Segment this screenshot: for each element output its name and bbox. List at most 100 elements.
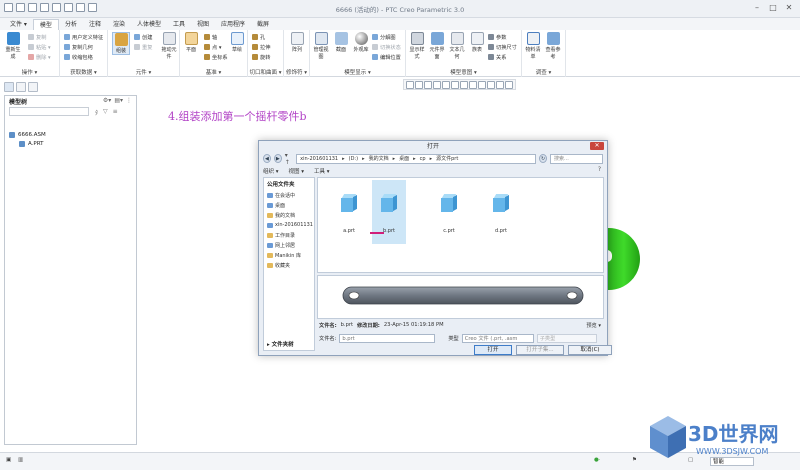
zoom-in-icon[interactable]	[415, 81, 423, 89]
display-style-button[interactable]: 显示样式	[408, 32, 426, 60]
tab-screenshot[interactable]: 截屏	[251, 19, 275, 30]
component-interface-button[interactable]: 元件界面	[428, 32, 446, 60]
breadcrumb-item[interactable]: xin-201601131	[300, 156, 338, 162]
organize-menu[interactable]: 组织 ▾	[263, 167, 279, 175]
saved-views-icon[interactable]	[460, 81, 468, 89]
paste-button[interactable]: 粘贴 ▾	[28, 43, 51, 51]
hole-button[interactable]: 孔	[252, 33, 270, 41]
view-orientation-icon[interactable]	[505, 81, 513, 89]
navigator-toggle-icon[interactable]: ▥	[18, 457, 23, 463]
dialog-search-input[interactable]: 搜索...	[550, 153, 603, 164]
tab-annotate[interactable]: 注释	[83, 19, 107, 30]
file-item-d[interactable]: d.prt	[484, 180, 518, 244]
sidebar-item-in-session[interactable]: 在会话中	[264, 190, 314, 200]
repaint-icon[interactable]	[433, 81, 441, 89]
sidebar-item-manikin-library[interactable]: Manikin 库	[264, 250, 314, 260]
filter-icon[interactable]: ▽	[103, 108, 108, 117]
section-button[interactable]: 截面	[332, 32, 350, 53]
appearance-gallery-button[interactable]: 外观库	[352, 32, 370, 53]
tab-view[interactable]: 视图	[191, 19, 215, 30]
preview-toggle[interactable]: 预览 ▾	[586, 322, 601, 329]
copy-button[interactable]: 复制	[28, 33, 51, 41]
family-table-button[interactable]: 族表	[468, 32, 486, 53]
view-menu[interactable]: 视图 ▾	[289, 167, 305, 175]
forward-icon[interactable]: ▶	[273, 154, 282, 163]
drag-components-button[interactable]: 拖动元件	[160, 32, 178, 60]
file-item-b[interactable]: b.prt	[372, 180, 406, 244]
group-caption-model-intent[interactable]: 模型意图 ▾	[406, 68, 521, 76]
breadcrumb-item[interactable]: 我的文档	[369, 155, 389, 162]
revolve-button[interactable]: 旋转	[252, 53, 270, 61]
pattern-button[interactable]: 阵列	[288, 32, 306, 53]
annotation-display-icon[interactable]	[487, 81, 495, 89]
tools-menu[interactable]: 工具 ▾	[314, 167, 330, 175]
minimize-icon[interactable]: –	[750, 2, 764, 13]
copy-geometry-button[interactable]: 复制几何	[64, 43, 103, 51]
model-tree-search-input[interactable]	[9, 107, 89, 116]
cancel-button[interactable]: 取消(C)	[568, 345, 612, 355]
sidebar-item-favorites[interactable]: 收藏夹	[264, 260, 314, 270]
manage-views-button[interactable]: 管理视图	[312, 32, 330, 60]
help-icon[interactable]: ?	[598, 166, 601, 173]
tree-settings-icon[interactable]: ⚙▾	[103, 97, 111, 105]
breadcrumb-item[interactable]: 桌面	[399, 155, 409, 162]
tree-more-icon[interactable]: ⋮	[126, 97, 132, 105]
up-folder-icon[interactable]: ▾ ↑	[285, 152, 293, 166]
sidebar-item-working-directory[interactable]: 工作目录	[264, 230, 314, 240]
tab-model[interactable]: 模型	[32, 19, 59, 30]
sidebar-item-network[interactable]: 网上邻居	[264, 240, 314, 250]
tree-show-icon[interactable]: ▤▾	[114, 97, 123, 105]
sidebar-item-desktop[interactable]: 桌面	[264, 200, 314, 210]
shrinkwrap-button[interactable]: 收缩包络	[64, 53, 103, 61]
repeat-button[interactable]: 重复	[134, 43, 152, 51]
view-manager-icon[interactable]	[469, 81, 477, 89]
zoom-out-icon[interactable]	[424, 81, 432, 89]
group-caption-modifiers[interactable]: 修饰符 ▾	[284, 68, 309, 76]
group-caption-cut-surface[interactable]: 切口和曲面 ▾	[248, 68, 283, 76]
flag-icon[interactable]: ⚑	[632, 457, 637, 463]
tree-node-part[interactable]: A.PRT	[9, 139, 136, 148]
datum-display-icon[interactable]	[478, 81, 486, 89]
references-button[interactable]: 查看参考	[544, 32, 562, 60]
spin-center-icon[interactable]	[496, 81, 504, 89]
group-caption-operations[interactable]: 操作 ▾	[0, 68, 59, 76]
axis-button[interactable]: 轴	[204, 33, 228, 41]
switch-dimensions-button[interactable]: 切换尺寸	[488, 43, 517, 51]
favorites-tab-icon[interactable]	[28, 82, 38, 92]
parameters-button[interactable]: 参数	[488, 33, 517, 41]
close-icon[interactable]: ✕	[782, 2, 796, 13]
graphics-area-icon[interactable]: ▣	[6, 457, 11, 463]
point-button[interactable]: 点 ▾	[204, 43, 228, 51]
refit-icon[interactable]	[406, 81, 414, 89]
breadcrumb-item[interactable]: cp	[420, 156, 426, 162]
find-icon[interactable]: ﾀ	[95, 108, 98, 117]
folder-tree-toggle[interactable]: ▸ 文件夹树	[267, 340, 294, 348]
file-item-c[interactable]: c.prt	[432, 180, 466, 244]
model-tree-tab-icon[interactable]	[4, 82, 14, 92]
breadcrumb-item[interactable]: 源文件prt	[436, 155, 458, 162]
tab-analysis[interactable]: 分析	[59, 19, 83, 30]
edit-position-button[interactable]: 编辑位置	[372, 53, 401, 61]
group-caption-datum[interactable]: 基准 ▾	[180, 68, 247, 76]
file-item-a[interactable]: a.prt	[332, 180, 366, 244]
breadcrumb-item[interactable]: (D:)	[349, 156, 358, 162]
udf-button[interactable]: 用户定义特征	[64, 33, 103, 41]
tree-columns-icon[interactable]: ≡	[113, 108, 118, 117]
maximize-icon[interactable]: □	[766, 2, 780, 13]
plane-button[interactable]: 平面	[182, 32, 200, 53]
filename-input[interactable]: b.prt	[339, 334, 436, 343]
sidebar-item-my-documents[interactable]: 我的文档	[264, 210, 314, 220]
create-button[interactable]: 创建	[134, 33, 152, 41]
extrude-button[interactable]: 拉伸	[252, 43, 270, 51]
regenerate-button[interactable]: 重新生成	[4, 32, 22, 60]
relations-button[interactable]: 关系	[488, 53, 517, 61]
open-button[interactable]: 打开	[474, 345, 512, 355]
csys-button[interactable]: 坐标系	[204, 53, 228, 61]
delete-button[interactable]: 删除 ▾	[28, 53, 51, 61]
open-subset-button[interactable]: 打开子集...	[516, 345, 564, 355]
perspective-icon[interactable]	[442, 81, 450, 89]
sidebar-item-computer[interactable]: xin-201601131	[264, 220, 314, 230]
toggle-status-button[interactable]: 切换状态	[372, 43, 401, 51]
tab-file[interactable]: 文件 ▾	[4, 19, 33, 30]
bom-button[interactable]: 物料清单	[524, 32, 542, 60]
